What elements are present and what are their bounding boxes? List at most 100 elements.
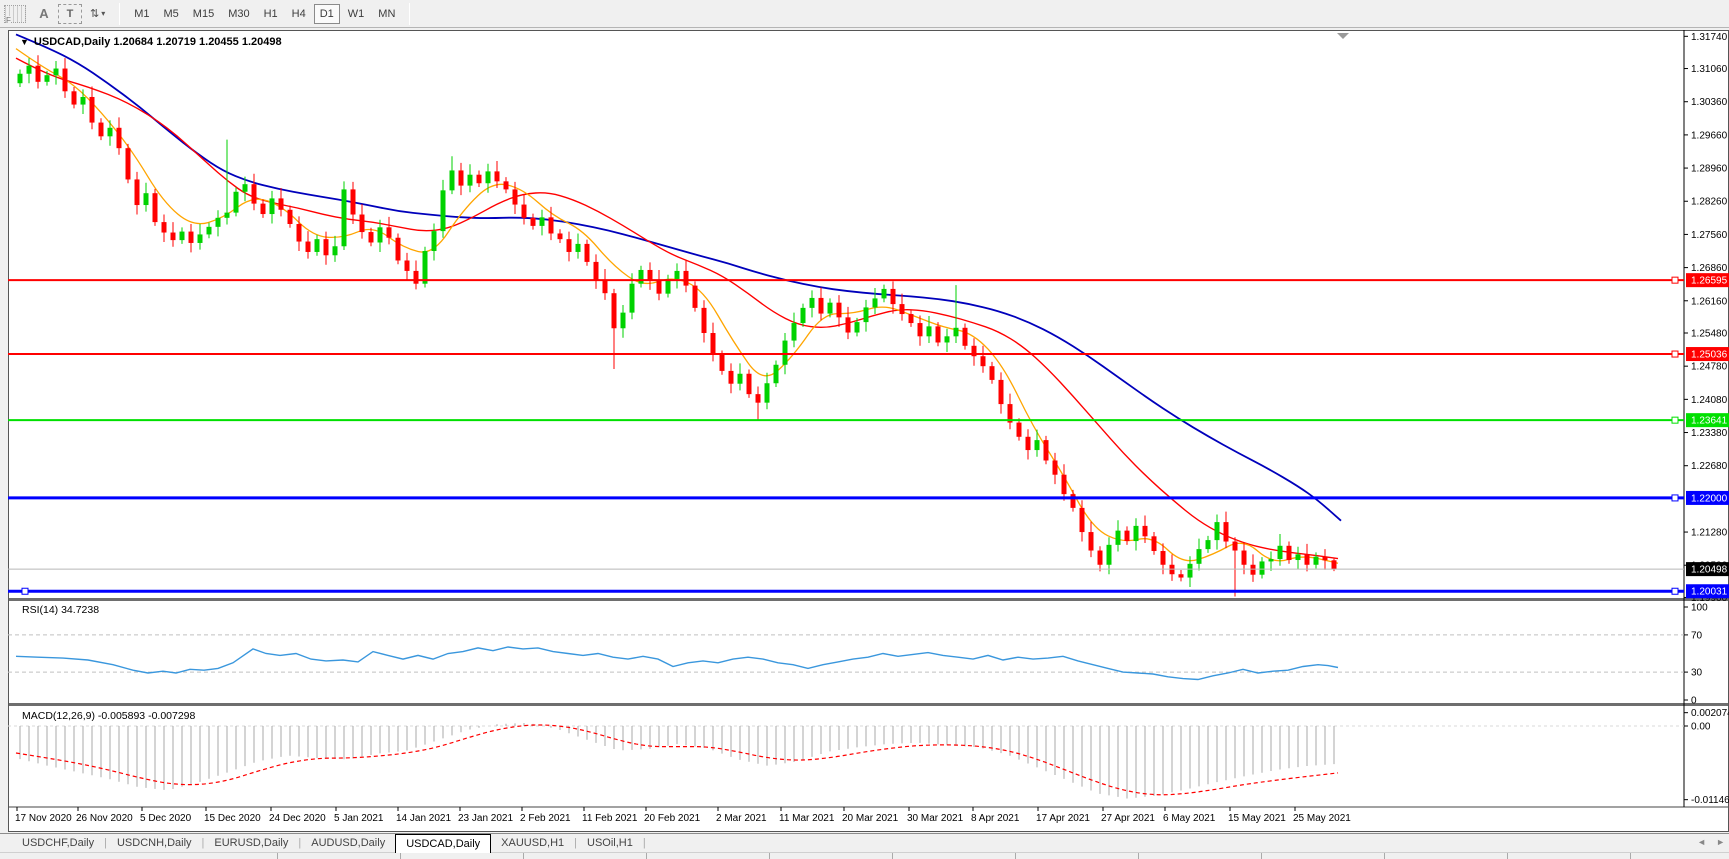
- date-label: 6 May 2021: [1163, 813, 1216, 824]
- candle-body: [900, 304, 905, 314]
- text-tool-button[interactable]: T: [58, 4, 82, 24]
- timeframe-w1-button[interactable]: W1: [342, 4, 371, 24]
- candle-body: [1035, 440, 1040, 450]
- candle-body: [126, 148, 131, 179]
- candle-body: [342, 189, 347, 246]
- candle-body: [981, 356, 986, 366]
- candle-body: [801, 308, 806, 323]
- candle-body: [558, 233, 563, 239]
- candle-body: [738, 374, 743, 384]
- price-tick-label: 1.22680: [1691, 461, 1728, 472]
- candle-body: [756, 394, 761, 403]
- tab-audusd-daily[interactable]: AUDUSD,Daily: [301, 835, 395, 852]
- timeframe-m5-button[interactable]: M5: [158, 4, 185, 24]
- toolbar-grip-icon[interactable]: F: [4, 5, 26, 23]
- date-label: 30 Mar 2021: [907, 813, 964, 824]
- candle-body: [639, 270, 644, 284]
- candle-body: [243, 184, 248, 192]
- date-label: 15 Dec 2020: [204, 813, 261, 824]
- tab-scroll-right-icon[interactable]: ►: [1716, 837, 1725, 847]
- candle-body: [855, 322, 860, 332]
- tab-eurusd-daily[interactable]: EURUSD,Daily: [204, 835, 298, 852]
- date-label: 24 Dec 2020: [269, 813, 326, 824]
- tab-usoil-h1[interactable]: USOil,H1: [577, 835, 643, 852]
- price-tag-label: 1.20031: [1691, 587, 1728, 598]
- panel-separator: [8, 598, 1729, 601]
- candle-body: [450, 170, 455, 190]
- candle-body: [1188, 564, 1193, 578]
- price-tick-label: 1.26160: [1691, 296, 1728, 307]
- tab-usdcad-daily-active[interactable]: USDCAD,Daily: [395, 834, 491, 853]
- price-tick-label: 1.26860: [1691, 263, 1728, 274]
- candle-body: [198, 234, 203, 243]
- candle-body: [594, 262, 599, 280]
- candle-body: [990, 366, 995, 380]
- timeframe-h4-button[interactable]: H4: [286, 4, 312, 24]
- tab-usdchf-daily[interactable]: USDCHF,Daily: [12, 835, 104, 852]
- timeframe-m15-button[interactable]: M15: [187, 4, 220, 24]
- rsi-tick-label: 30: [1691, 668, 1703, 679]
- tab-xauusd-h1[interactable]: XAUUSD,H1: [491, 835, 574, 852]
- timeframe-d1-button[interactable]: D1: [314, 4, 340, 24]
- candle-body: [918, 323, 923, 336]
- dropdown-caret-icon[interactable]: ▾: [101, 9, 105, 18]
- price-tag-label: 1.23641: [1691, 416, 1728, 427]
- candle-body: [99, 123, 104, 137]
- candle-body: [909, 314, 914, 323]
- candle-body: [936, 326, 941, 342]
- candle-body: [486, 171, 491, 183]
- tab-scroll-left-icon[interactable]: ◄: [1697, 837, 1706, 847]
- candle-body: [171, 233, 176, 241]
- candle-body: [720, 355, 725, 371]
- timeframe-h1-button[interactable]: H1: [258, 4, 284, 24]
- candle-body: [180, 232, 185, 241]
- candle-body: [306, 242, 311, 252]
- candle-body: [36, 66, 41, 82]
- date-label: 25 May 2021: [1293, 813, 1351, 824]
- timeframe-mn-button[interactable]: MN: [372, 4, 401, 24]
- candle-body: [1179, 574, 1184, 577]
- candle-body: [1071, 494, 1076, 508]
- candle-body: [819, 298, 824, 314]
- font-a-button[interactable]: A: [32, 4, 56, 24]
- candle-body: [1152, 536, 1157, 551]
- timeframe-m1-button[interactable]: M1: [128, 4, 155, 24]
- candle-body: [1026, 437, 1031, 450]
- candle-body: [1206, 540, 1211, 549]
- candle-body: [1278, 546, 1283, 559]
- candle-body: [1062, 475, 1067, 494]
- candle-body: [54, 69, 59, 76]
- candle-body: [630, 284, 635, 313]
- candle-body: [18, 74, 23, 83]
- cursor-arrows-button[interactable]: ⇅ ▾: [84, 4, 111, 24]
- timeframe-m30-button[interactable]: M30: [222, 4, 255, 24]
- line-handle: [1672, 495, 1678, 501]
- candle-body: [882, 289, 887, 298]
- candle-body: [1242, 551, 1247, 565]
- chart-window[interactable]: 1.317401.310601.303601.296601.289601.282…: [8, 30, 1729, 832]
- candle-body: [702, 308, 707, 333]
- date-label: 20 Mar 2021: [842, 813, 899, 824]
- tab-usdcnh-daily[interactable]: USDCNH,Daily: [107, 835, 202, 852]
- date-label: 5 Jan 2021: [334, 813, 384, 824]
- candle-body: [846, 317, 851, 332]
- candle-body: [1233, 542, 1238, 551]
- candle-body: [324, 239, 329, 255]
- candle-body: [1125, 531, 1130, 541]
- candle-body: [783, 341, 788, 365]
- candle-body: [27, 66, 32, 74]
- macd-tick-label: 0.00: [1691, 722, 1711, 733]
- price-chart-canvas[interactable]: 1.317401.310601.303601.296601.289601.282…: [8, 30, 1729, 832]
- price-tick-label: 1.30360: [1691, 97, 1728, 108]
- date-label: 15 May 2021: [1228, 813, 1286, 824]
- macd-tick-label: 0.002074: [1691, 708, 1729, 719]
- candle-body: [1080, 508, 1085, 532]
- candle-body: [441, 190, 446, 231]
- candle-body: [504, 181, 509, 189]
- status-strip: [0, 852, 1729, 858]
- candle-body: [153, 193, 158, 222]
- candle-body: [891, 289, 896, 304]
- candle-body: [648, 270, 653, 280]
- candle-body: [765, 383, 770, 402]
- candle-body: [1332, 560, 1337, 569]
